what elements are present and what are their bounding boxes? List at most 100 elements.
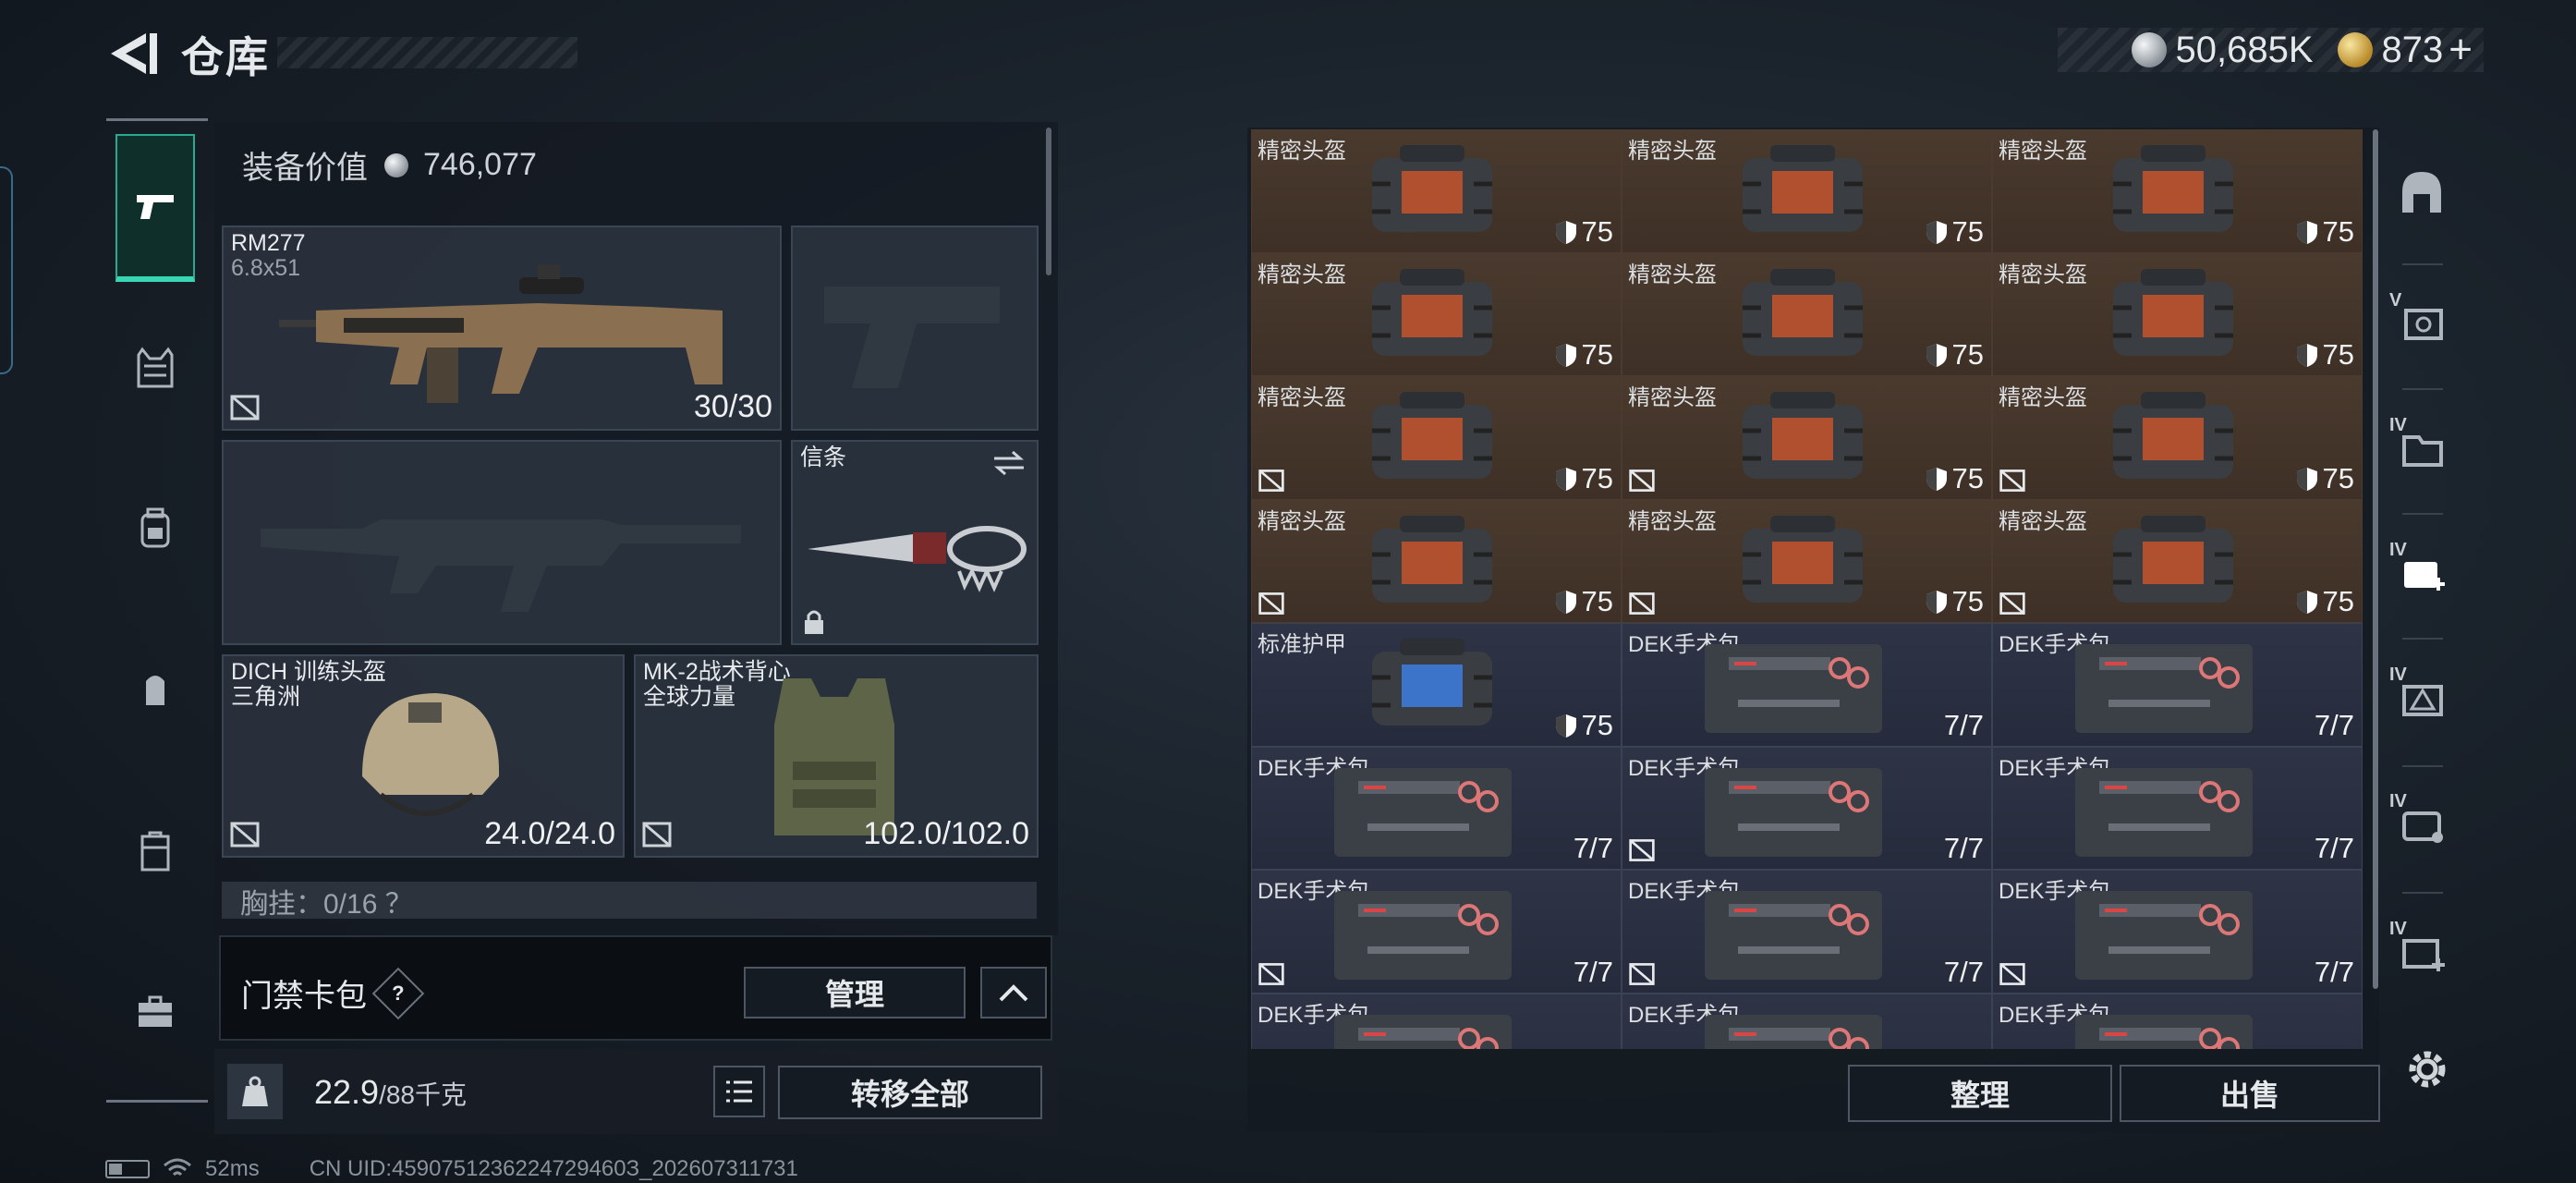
sort-button[interactable]: 整理 <box>1848 1065 2112 1122</box>
secondary-weapon-slot[interactable] <box>791 226 1039 431</box>
manage-button[interactable]: 管理 <box>744 967 966 1018</box>
chest-rig-slot[interactable]: 胸挂：0/16 ？ <box>222 882 1037 919</box>
surgical-kit-icon <box>2075 1014 2253 1049</box>
storage-item[interactable]: 精密头盔 75 <box>1251 499 1622 623</box>
tab-divider <box>2402 513 2443 515</box>
storage-item[interactable]: 精密头盔 75 <box>1251 376 1622 500</box>
storage-item[interactable]: 精密头盔 75 <box>1251 252 1622 376</box>
item-value: 75 <box>1581 461 1613 494</box>
sell-button[interactable]: 出售 <box>2120 1065 2380 1122</box>
storage-item[interactable]: 精密头盔 75 <box>1992 252 2363 376</box>
storage-scrollbar[interactable] <box>2373 129 2378 989</box>
storage-item[interactable]: 精密头盔 75 <box>1622 499 1992 623</box>
rifle-image-icon <box>279 264 723 403</box>
loadout-scrollbar[interactable] <box>1046 128 1051 275</box>
rail-tab-toolbox[interactable] <box>115 972 195 1052</box>
storage-item[interactable]: DEK手术包 7/7 <box>1992 870 2363 994</box>
storage-item[interactable]: DEK手术包 7/7 <box>1992 746 2363 870</box>
rail-tab-vest[interactable] <box>115 328 195 408</box>
rail-tab-container[interactable] <box>115 811 195 891</box>
storage-item[interactable]: DEK手术包 <box>1251 993 1622 1049</box>
silver-amount: 50,685K <box>2175 29 2314 70</box>
durability-shield-icon <box>1926 344 1947 367</box>
item-value: 75 <box>1581 214 1613 248</box>
silver-coin-icon <box>2131 32 2167 67</box>
keycard-case: 门禁卡包 ? 管理 <box>219 935 1052 1041</box>
no-insurance-icon <box>1999 962 2025 985</box>
gold-currency[interactable]: 873 + <box>2337 27 2473 73</box>
no-insurance-icon <box>642 822 672 848</box>
storage-tab-4[interactable]: IV <box>2389 540 2448 599</box>
item-name: 精密头盔 <box>1258 508 1346 534</box>
no-insurance-icon <box>1629 592 1655 615</box>
storage-tab-5[interactable]: IV <box>2389 665 2448 724</box>
storage-item[interactable]: 精密头盔 75 <box>1622 376 1992 500</box>
rail-tab-weapons[interactable] <box>115 134 195 282</box>
storage-item[interactable]: DEK手术包 7/7 <box>1622 746 1992 870</box>
item-value: 75 <box>1951 585 1984 617</box>
tab-divider <box>2402 638 2443 640</box>
durability-shield-icon <box>2296 220 2317 244</box>
storage-item[interactable]: DEK手术包 7/7 <box>1992 623 2363 747</box>
swap-icon[interactable] <box>990 449 1027 477</box>
surgical-kit-icon <box>2075 891 2253 980</box>
help-icon[interactable]: ? <box>371 967 425 1019</box>
storage-item[interactable]: DEK手术包 <box>1622 993 1992 1049</box>
surgical-kit-icon <box>1705 644 1882 733</box>
primary-weapon-slot[interactable]: RM277 6.8x51 30/30 <box>222 226 782 431</box>
side-drawer-handle[interactable] <box>0 166 13 374</box>
gold-coin-icon <box>2337 32 2373 67</box>
item-value: 7/7 <box>2314 708 2354 741</box>
storage-tab-2[interactable]: V <box>2389 290 2448 349</box>
back-button[interactable] <box>103 28 159 79</box>
add-gold-button[interactable]: + <box>2448 27 2473 73</box>
storage-item[interactable]: 精密头盔 75 <box>1992 499 2363 623</box>
melee-slot[interactable]: 信条 <box>791 440 1039 645</box>
surgical-kit-icon <box>1334 1014 1512 1049</box>
tab-divider <box>2402 263 2443 265</box>
storage-item[interactable]: 精密头盔 75 <box>1622 129 1992 253</box>
no-insurance-icon <box>1258 962 1284 985</box>
no-insurance-icon <box>1629 839 1655 861</box>
armor-slot[interactable]: MK-2战术背心 全球力量 102.0/102.0 <box>634 654 1039 858</box>
storage-tab-7[interactable]: IV <box>2389 919 2448 978</box>
settings-gear-icon[interactable] <box>2402 1044 2452 1094</box>
tab-tier-label: IV <box>2389 919 2407 939</box>
wifi-icon <box>164 1158 191 1177</box>
item-value: 7/7 <box>2314 832 2354 864</box>
helmet-durability: 24.0/24.0 <box>484 816 615 851</box>
current-weight: 22.9 <box>314 1073 380 1111</box>
tactical-bag-icon <box>1743 515 1863 603</box>
item-value: 75 <box>2322 338 2354 371</box>
storage-item[interactable]: DEK手术包 <box>1992 993 2363 1049</box>
item-name: 精密头盔 <box>1258 139 1346 164</box>
surgical-kit-icon <box>1334 891 1512 980</box>
collapse-button[interactable] <box>980 967 1047 1018</box>
lock-icon <box>805 610 823 634</box>
tab-divider <box>2402 765 2443 767</box>
transfer-all-button[interactable]: 转移全部 <box>778 1066 1042 1119</box>
storage-item[interactable]: 精密头盔 75 <box>1622 252 1992 376</box>
storage-item[interactable]: 精密头盔 75 <box>1251 129 1622 253</box>
battery-icon <box>105 1160 150 1178</box>
helmet-slot[interactable]: DICH 训练头盔 三角洲 24.0/24.0 <box>222 654 625 858</box>
storage-tab-1[interactable] <box>2395 166 2448 220</box>
storage-tab-6[interactable]: IV <box>2389 791 2448 850</box>
tactical-bag-icon <box>2113 268 2233 356</box>
storage-item[interactable]: 标准护甲 75 <box>1251 623 1622 747</box>
list-view-button[interactable] <box>713 1066 765 1117</box>
storage-item[interactable]: DEK手术包 7/7 <box>1622 870 1992 994</box>
rail-tab-pouch[interactable] <box>115 649 195 728</box>
storage-tab-3[interactable]: IV <box>2389 415 2448 474</box>
storage-item[interactable]: DEK手术包 7/7 <box>1251 746 1622 870</box>
storage-item[interactable]: 精密头盔 75 <box>1992 376 2363 500</box>
storage-item[interactable]: DEK手术包 7/7 <box>1622 623 1992 747</box>
durability-shield-icon <box>2296 591 2317 614</box>
rail-tab-backpack[interactable] <box>115 488 195 567</box>
storage-item[interactable]: DEK手术包 7/7 <box>1251 870 1622 994</box>
storage-item[interactable]: 精密头盔 75 <box>1992 129 2363 253</box>
tab-divider <box>2402 892 2443 894</box>
item-value: 75 <box>2322 214 2354 248</box>
armor-durability: 102.0/102.0 <box>863 816 1029 851</box>
secondary-rifle-slot[interactable] <box>222 440 782 645</box>
